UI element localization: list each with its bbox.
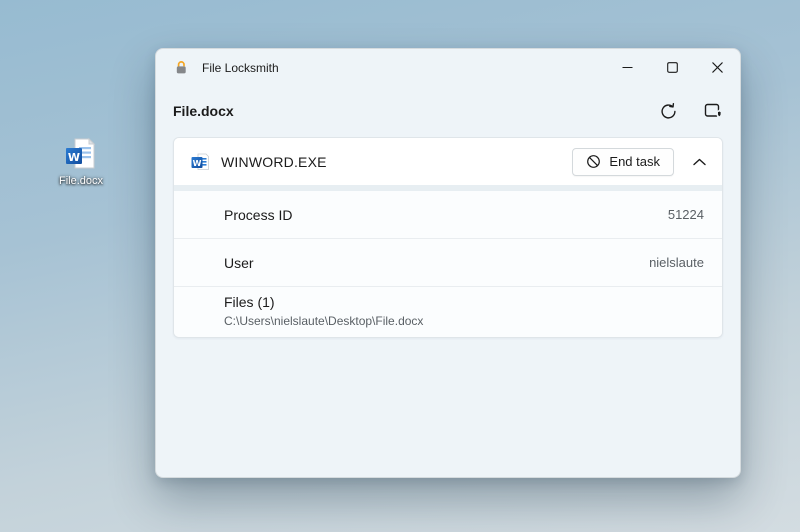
files-label: Files (1) bbox=[224, 294, 704, 310]
end-task-label: End task bbox=[609, 154, 660, 169]
user-row: User nielslaute bbox=[174, 239, 722, 286]
process-id-row: Process ID 51224 bbox=[174, 191, 722, 238]
svg-text:W: W bbox=[68, 151, 80, 164]
restart-as-admin-button[interactable] bbox=[702, 100, 724, 122]
file-locksmith-window: File Locksmith File.docx bbox=[155, 48, 741, 478]
desktop-shortcut-file-docx[interactable]: W File.docx bbox=[52, 136, 110, 187]
collapse-expander-button[interactable] bbox=[686, 149, 712, 175]
process-id-label: Process ID bbox=[224, 207, 292, 223]
process-id-value: 51224 bbox=[668, 207, 704, 222]
close-button[interactable] bbox=[695, 49, 740, 86]
prohibition-icon bbox=[586, 154, 601, 169]
selected-file-header: File.docx bbox=[156, 96, 740, 126]
file-path: C:\Users\nielslaute\Desktop\File.docx bbox=[224, 314, 704, 328]
winword-app-icon: W bbox=[190, 152, 210, 172]
end-task-button[interactable]: End task bbox=[572, 148, 674, 176]
svg-text:W: W bbox=[193, 159, 202, 168]
refresh-button[interactable] bbox=[657, 100, 679, 122]
process-expander: W WINWORD.EXE End task Process ID 5122 bbox=[173, 137, 723, 338]
user-label: User bbox=[224, 255, 254, 271]
selected-file-name: File.docx bbox=[173, 103, 234, 119]
process-expander-header[interactable]: W WINWORD.EXE End task bbox=[174, 138, 722, 185]
header-actions bbox=[657, 100, 724, 122]
user-value: nielslaute bbox=[649, 255, 704, 270]
word-document-icon: W bbox=[63, 136, 99, 172]
files-row: Files (1) C:\Users\nielslaute\Desktop\Fi… bbox=[174, 287, 722, 337]
desktop-shortcut-label: File.docx bbox=[59, 175, 103, 187]
caption-buttons bbox=[605, 49, 740, 86]
minimize-button[interactable] bbox=[605, 49, 650, 86]
process-name: WINWORD.EXE bbox=[221, 154, 327, 170]
window-titlebar[interactable]: File Locksmith bbox=[156, 49, 740, 86]
maximize-button[interactable] bbox=[650, 49, 695, 86]
window-title: File Locksmith bbox=[202, 61, 279, 75]
unlocked-padlock-icon bbox=[173, 60, 189, 76]
